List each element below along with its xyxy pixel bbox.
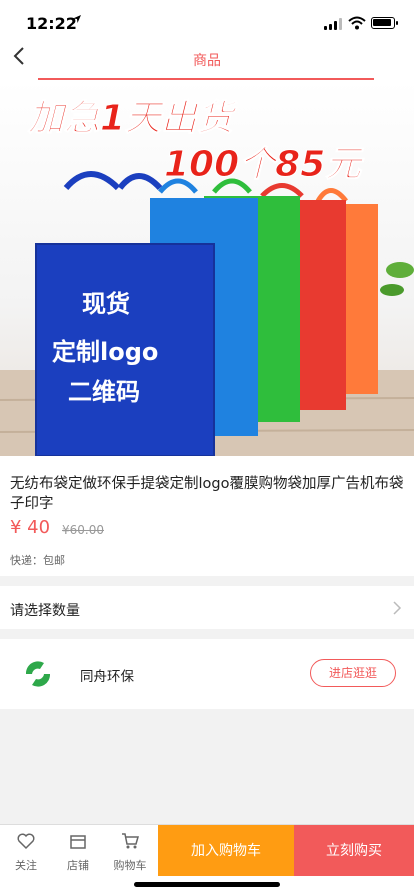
quantity-selector[interactable]: 请选择数量 [0,586,414,629]
status-time: 12:22 [26,14,77,33]
product-info: 无纺布袋定做环保手提袋定制logo覆膜购物袋加厚广告机布袋子印字 ¥ 40 ¥6… [0,456,414,576]
product-image[interactable]: 加急1天出货 100个85元 现货 定制logo 二维码 [0,80,414,456]
buy-now-button[interactable]: 立刻购买 [294,825,414,877]
chevron-right-icon [393,601,402,615]
battery-icon [371,17,398,29]
nav-bar: 商品 [0,44,414,80]
location-arrow-icon [73,15,81,23]
store-label: 店铺 [67,859,89,872]
cart-icon [122,833,139,849]
product-image-illustration: 加急1天出货 100个85元 现货 定制logo 二维码 [0,80,414,456]
signal-icon [324,18,344,30]
bottom-bar: 关注 店铺 购物车 加入购物车 立刻购买 [0,824,414,877]
quantity-label: 请选择数量 [10,603,80,619]
follow-label: 关注 [15,859,37,872]
bag-text-2: 定制logo [52,338,158,366]
visit-shop-button[interactable]: 进店逛逛 [310,659,396,687]
product-name: 无纺布袋定做环保手提袋定制logo覆膜购物袋加厚广告机布袋子印字 [10,476,404,512]
add-to-cart-button[interactable]: 加入购物车 [158,825,294,877]
product-price: ¥ 40 [10,517,51,538]
shipping-info: 快递：包邮 [10,554,65,567]
store-icon [70,835,86,849]
page-title: 商品 [193,53,221,69]
bag-text-3: 二维码 [68,378,140,406]
home-indicator [0,876,414,896]
heart-icon [17,833,35,850]
hero-headline-1: 加急1天出货 [27,98,238,139]
shop-name: 同舟环保 [80,669,134,685]
store-tab[interactable]: 店铺 [52,825,104,877]
wifi-icon [348,16,366,30]
hero-headline-2: 100个85元 [164,144,364,185]
status-bar: 12:22 [0,0,414,44]
shop-logo-icon [25,661,51,687]
cart-label: 购物车 [113,859,147,872]
follow-tab[interactable]: 关注 [0,825,52,877]
cart-tab[interactable]: 购物车 [104,825,156,877]
shop-row: 同舟环保 进店逛逛 [0,639,414,709]
bag-text-1: 现货 [82,290,130,318]
product-old-price: ¥60.00 [62,523,104,537]
